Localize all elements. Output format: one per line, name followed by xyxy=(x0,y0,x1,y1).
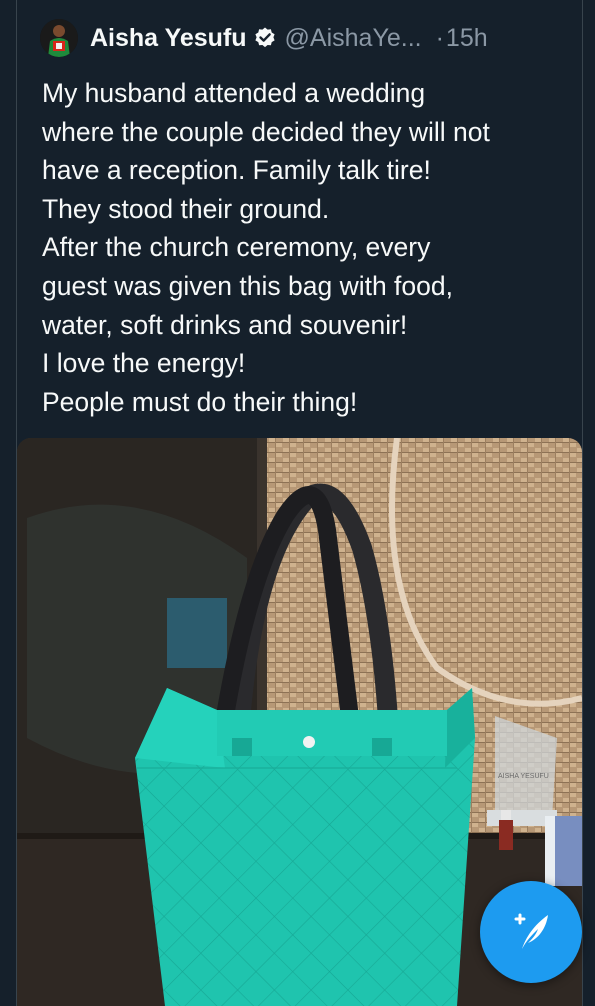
card-border-right xyxy=(582,0,583,1006)
tweet-text-line: where the couple decided they will not xyxy=(42,116,490,147)
author-avatar[interactable] xyxy=(40,19,78,57)
tweet-timestamp[interactable]: 15h xyxy=(446,24,488,53)
time-separator: · xyxy=(435,23,444,52)
tweet-text-line: guest was given this bag with food, xyxy=(42,270,453,301)
tweet-header: Aisha Yesufu @AishaYe... · 15h xyxy=(40,18,488,58)
tweet-text-line: have a reception. Family talk tire! xyxy=(42,155,431,186)
tweet-text-line: After the church ceremony, every xyxy=(42,232,431,263)
author-handle[interactable]: @AishaYe... xyxy=(285,24,422,53)
tweet-screen: Aisha Yesufu @AishaYe... · 15h My husban… xyxy=(0,0,595,1006)
tweet-text: My husband attended a wedding where the … xyxy=(42,74,572,421)
plaque-text: AISHA YESUFU xyxy=(498,773,549,780)
compose-tweet-button[interactable] xyxy=(480,881,582,983)
tweet-text-line: My husband attended a wedding xyxy=(42,78,426,108)
tweet-text-line: I love the energy! xyxy=(42,348,246,379)
author-name[interactable]: Aisha Yesufu xyxy=(90,24,247,53)
tweet-text-line: water, soft drinks and souvenir! xyxy=(42,309,408,340)
verified-badge-icon xyxy=(253,26,277,50)
tweet-text-line: They stood their ground. xyxy=(42,193,330,224)
compose-tweet-icon xyxy=(508,907,554,958)
tweet-text-line: People must do their thing! xyxy=(42,386,358,417)
